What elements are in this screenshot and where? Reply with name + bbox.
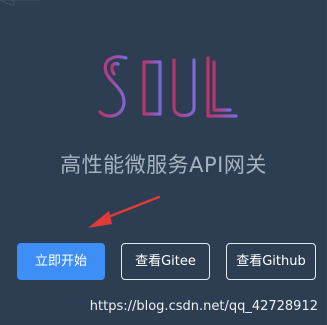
start-button[interactable]: 立即开始 <box>17 243 105 280</box>
view-gitee-button[interactable]: 查看Gitee <box>121 243 210 280</box>
view-github-button[interactable]: 查看Github <box>226 243 316 280</box>
soul-logo <box>98 55 238 118</box>
hero-section: 高性能微服务API网关 立即开始 查看Gitee 查看Github https:… <box>0 0 327 325</box>
watermark-url: https://blog.csdn.net/qq_42728912 <box>89 299 318 314</box>
page-subtitle: 高性能微服务API网关 <box>60 153 267 177</box>
